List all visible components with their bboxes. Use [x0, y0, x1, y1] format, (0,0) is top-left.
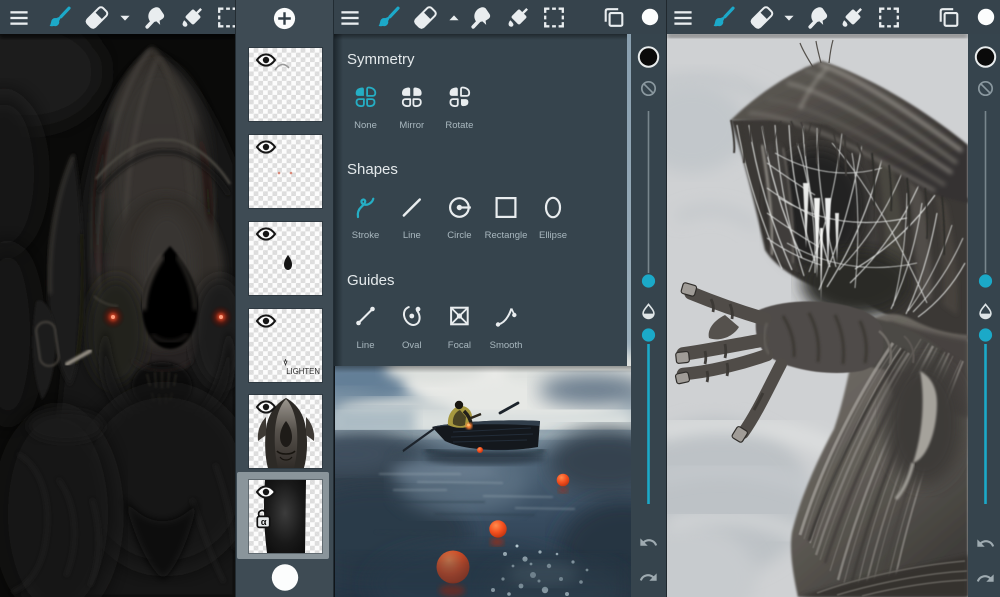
svg-text:LIGHTEN: LIGHTEN: [286, 367, 320, 376]
svg-text:α: α: [260, 517, 266, 528]
